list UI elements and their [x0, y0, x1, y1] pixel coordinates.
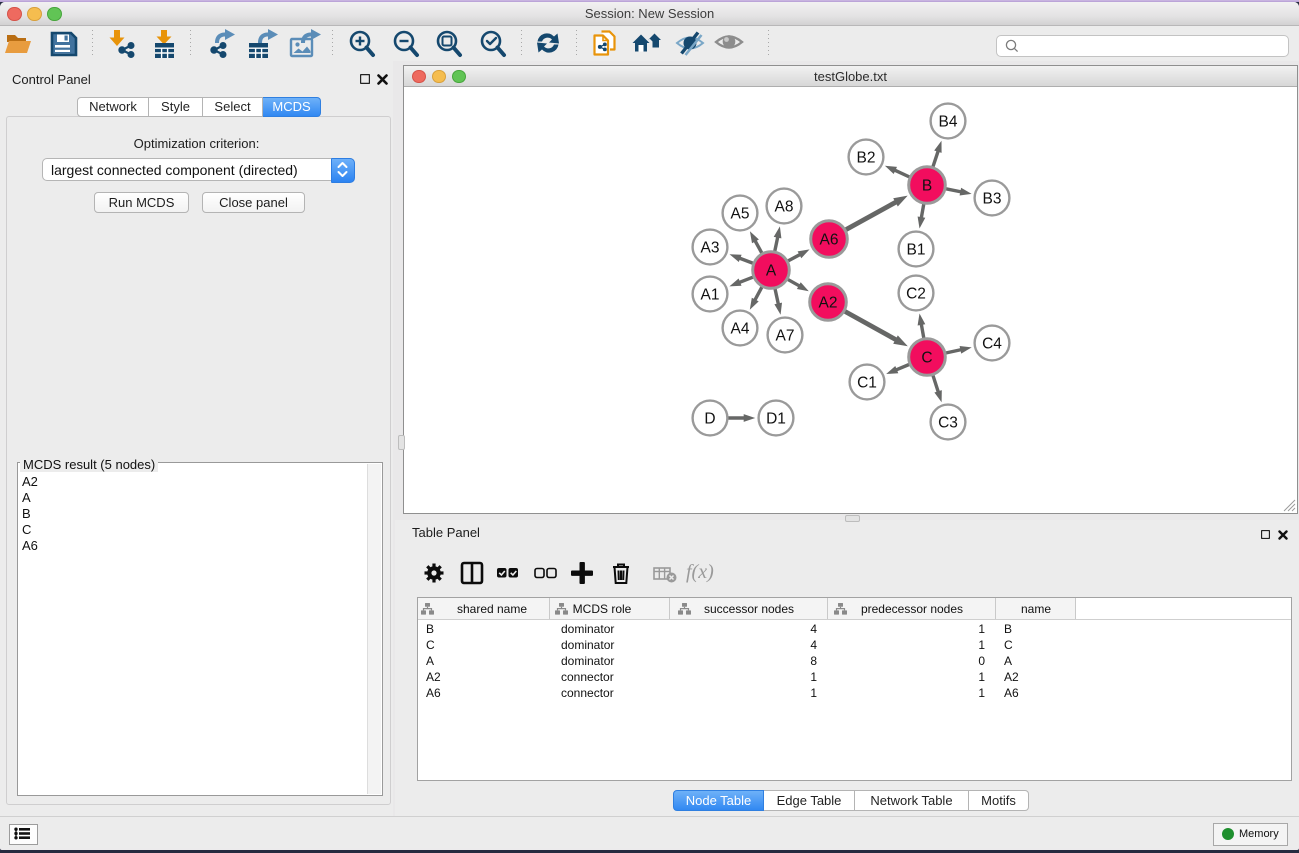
svg-text:A6: A6: [820, 231, 839, 248]
svg-text:C2: C2: [906, 285, 926, 302]
svg-text:B1: B1: [907, 241, 926, 258]
svg-text:B: B: [922, 177, 932, 194]
svg-text:C4: C4: [982, 335, 1002, 352]
svg-text:D1: D1: [766, 410, 786, 427]
svg-text:A1: A1: [701, 286, 720, 303]
svg-text:D: D: [704, 410, 715, 427]
svg-text:A4: A4: [731, 320, 750, 337]
svg-text:A5: A5: [731, 205, 750, 222]
svg-text:C: C: [921, 349, 932, 366]
svg-text:A3: A3: [701, 239, 720, 256]
svg-text:B2: B2: [857, 149, 876, 166]
svg-text:A8: A8: [775, 198, 794, 215]
svg-text:B3: B3: [983, 190, 1002, 207]
svg-text:A2: A2: [819, 294, 838, 311]
svg-text:A: A: [766, 262, 777, 279]
svg-text:C3: C3: [938, 414, 958, 431]
svg-text:C1: C1: [857, 374, 877, 391]
svg-text:A7: A7: [776, 327, 795, 344]
svg-text:B4: B4: [939, 113, 958, 130]
